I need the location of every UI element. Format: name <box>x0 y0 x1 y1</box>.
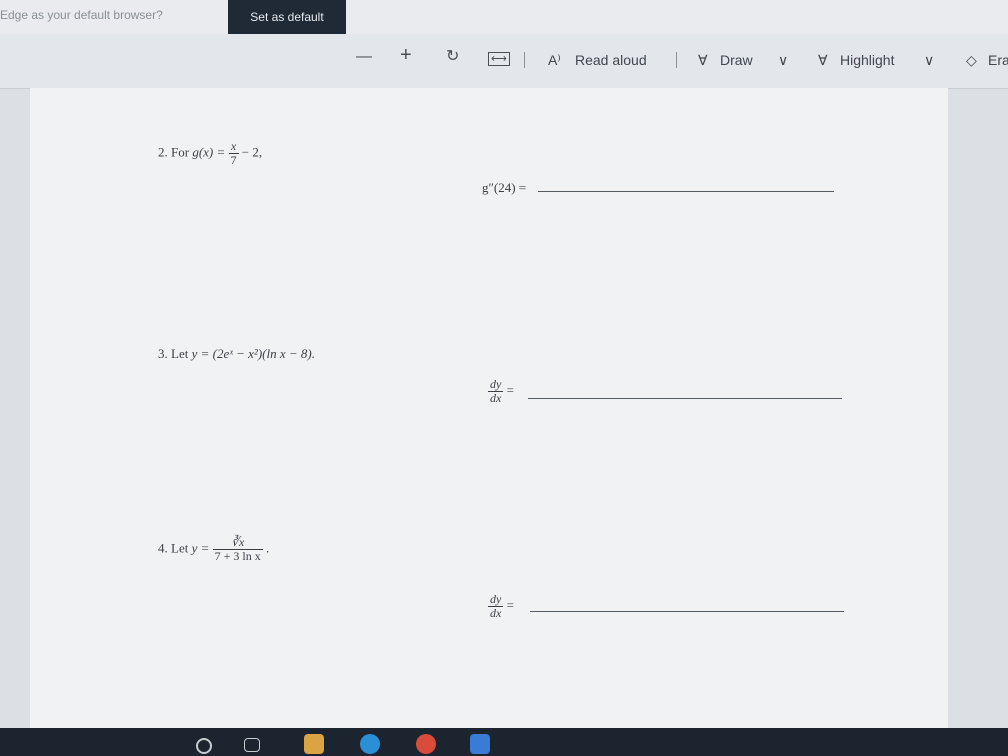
pdf-page: 2. For g(x) = x 7 − 2, g″(24) = 3. Let y… <box>30 88 948 738</box>
problem-3: 3. Let y = (2eˣ − x²)(ln x − 8). <box>158 346 315 362</box>
eraser-icon: ◇ <box>966 52 977 68</box>
answer-2-line <box>538 191 834 192</box>
highlight-icon: ∀ <box>818 52 828 68</box>
problem-4: 4. Let y = ∛x 7 + 3 ln x . <box>158 535 270 563</box>
notification-message: Edge as your default browser? <box>0 8 163 22</box>
default-browser-notification: Edge as your default browser? Set as def… <box>0 0 1008 34</box>
pdf-toolbar: — + ↻ ⟷ A⁾ Read aloud ∀ Draw ∨ ∀ Highlig… <box>0 34 1008 89</box>
fit-to-page-icon[interactable]: ⟷ <box>488 52 510 66</box>
store-icon[interactable] <box>304 734 324 754</box>
mail-icon[interactable] <box>470 734 490 754</box>
answer-2-label: g″(24) = <box>482 180 527 195</box>
rotate-icon[interactable]: ↻ <box>446 48 459 66</box>
task-view-icon[interactable] <box>244 738 260 752</box>
problem-lead: For <box>171 144 190 160</box>
search-icon[interactable] <box>196 738 212 754</box>
read-aloud-icon: A⁾ <box>548 52 561 68</box>
taskbar <box>0 728 1008 756</box>
problem-number: 4. <box>158 540 168 556</box>
problem-lead: Let <box>171 346 189 361</box>
draw-icon: ∀ <box>698 52 708 68</box>
zoom-out-button[interactable]: — <box>356 48 372 66</box>
read-aloud-button[interactable]: Read aloud <box>575 52 647 68</box>
toolbar-divider <box>676 52 677 68</box>
expression: y = (2eˣ − x²)(ln x − 8). <box>191 346 315 361</box>
function-def: g(x) = <box>192 144 226 160</box>
problem-number: 3. <box>158 346 168 361</box>
problem-lead: Let <box>171 540 189 556</box>
erase-button[interactable]: Era <box>988 52 1008 68</box>
answer-4-line <box>530 611 844 612</box>
answer-3-label: dy dx = <box>488 377 514 405</box>
edge-icon[interactable] <box>360 734 380 754</box>
answer-3-line <box>528 398 842 399</box>
draw-button[interactable]: Draw <box>720 52 753 68</box>
highlight-button[interactable]: Highlight <box>840 52 894 68</box>
set-as-default-button[interactable]: Set as default <box>228 0 346 34</box>
chrome-icon[interactable] <box>416 734 436 754</box>
draw-chevron-icon[interactable]: ∨ <box>778 52 788 69</box>
lhs: y = <box>191 540 210 556</box>
fraction: x 7 <box>228 139 239 167</box>
problem-2: 2. For g(x) = x 7 − 2, <box>158 140 262 167</box>
fraction: ∛x 7 + 3 ln x <box>212 535 263 563</box>
toolbar-divider <box>524 52 525 68</box>
answer-4-label: dy dx = <box>488 592 514 620</box>
expression-rest: − 2, <box>241 144 263 160</box>
zoom-in-button[interactable]: + <box>400 45 412 65</box>
problem-number: 2. <box>158 144 168 160</box>
highlight-chevron-icon[interactable]: ∨ <box>924 52 934 69</box>
